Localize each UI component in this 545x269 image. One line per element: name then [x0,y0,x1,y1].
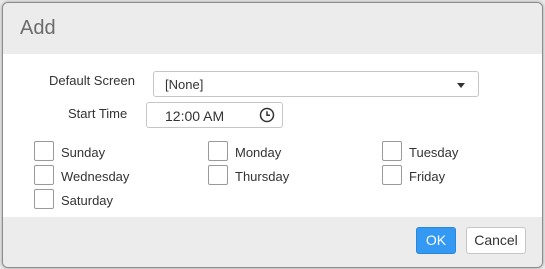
tuesday-label: Tuesday [409,145,459,160]
default-screen-value: [None] [165,77,204,92]
sunday-checkbox[interactable] [34,141,54,161]
saturday-checkbox[interactable] [34,189,54,209]
ok-button[interactable]: OK [416,227,456,254]
day-option-wednesday[interactable]: Wednesday [34,165,154,187]
day-option-friday[interactable]: Friday [382,165,502,187]
default-screen-select[interactable]: [None] [153,71,479,97]
tuesday-checkbox[interactable] [382,141,402,161]
monday-checkbox[interactable] [208,141,228,161]
start-time-value: 12:00 AM [165,108,225,124]
day-option-saturday[interactable]: Saturday [34,189,154,211]
thursday-label: Thursday [235,169,290,184]
start-time-input[interactable]: 12:00 AM [146,102,283,128]
saturday-label: Saturday [61,193,114,208]
clock-icon[interactable] [259,107,275,123]
day-option-sunday[interactable]: Sunday [34,141,154,163]
dialog-title: Add [20,17,56,39]
day-option-tuesday[interactable]: Tuesday [382,141,502,163]
chevron-down-icon [457,83,465,88]
wednesday-label: Wednesday [61,169,130,184]
friday-checkbox[interactable] [382,165,402,185]
add-dialog: Add Default Screen [None] Start Time 12:… [2,2,543,268]
cancel-button[interactable]: Cancel [466,227,526,254]
sunday-label: Sunday [61,145,106,160]
friday-label: Friday [409,169,446,184]
start-time-label: Start Time [68,106,128,121]
day-option-thursday[interactable]: Thursday [208,165,328,187]
thursday-checkbox[interactable] [208,165,228,185]
wednesday-checkbox[interactable] [34,165,54,185]
dialog-header: Add [3,3,542,54]
day-option-monday[interactable]: Monday [208,141,328,163]
monday-label: Monday [235,145,282,160]
dialog-footer [3,217,542,267]
default-screen-label: Default Screen [49,73,135,88]
